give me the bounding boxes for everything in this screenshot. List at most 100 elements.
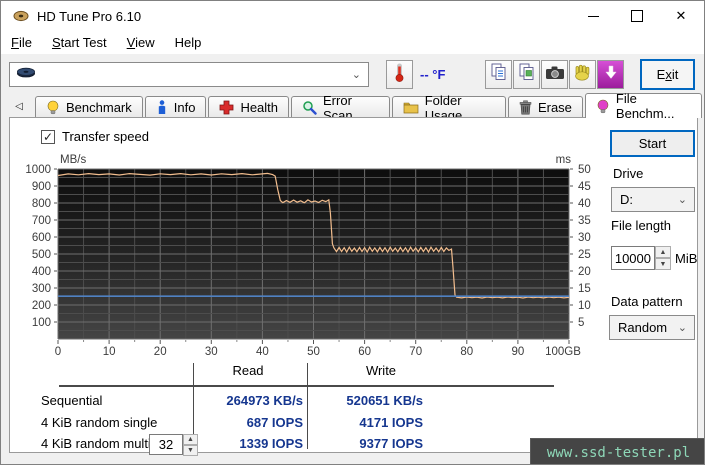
tab-file-benchm[interactable]: File Benchm... — [584, 91, 702, 121]
camera-icon — [545, 65, 565, 85]
file-length-label: File length — [611, 218, 671, 233]
temperature-button[interactable] — [386, 60, 413, 89]
chart-svg: 1000900800700600500400300200100504540353… — [25, 154, 591, 358]
drive-dropdown[interactable]: D: ⌄ — [611, 187, 695, 212]
x-tick-label: 20 — [154, 346, 167, 358]
watermark-banner: www.ssd-tester.pl — [530, 438, 704, 464]
y-left-tick-label: 1000 — [25, 164, 51, 176]
info-icon — [156, 100, 168, 115]
menu-item-start-test[interactable]: Start Test — [42, 33, 117, 52]
queue-depth-input[interactable]: 32 — [149, 434, 183, 455]
drive-dropdown-value: D: — [620, 192, 633, 207]
y-right-tick-label: 50 — [578, 164, 591, 176]
y-right-tick-label: 10 — [578, 300, 591, 312]
title-bar: HD Tune Pro 6.10 ✕ — [1, 1, 704, 31]
y-left-tick-label: 400 — [32, 266, 51, 278]
file-length-spinner-up[interactable]: ▲ — [655, 246, 671, 258]
x-tick-label: 40 — [256, 346, 269, 358]
drive-label: Drive — [613, 166, 644, 181]
tab-label: File Benchm... — [615, 91, 675, 121]
file-length-input[interactable]: 10000 — [611, 246, 655, 270]
download-button[interactable] — [597, 60, 624, 89]
tab-benchmark[interactable]: Benchmark — [35, 96, 143, 118]
x-tick-label: 90 — [512, 346, 525, 358]
y-right-tick-label: 20 — [578, 266, 591, 278]
start-button-label: Start — [638, 136, 667, 151]
result-row-label: 4 KiB random single — [41, 415, 158, 430]
tab-strip: ◁ Benchmark Info Health Error Scan Folder Us… — [1, 91, 704, 123]
data-pattern-label: Data pattern — [611, 294, 683, 309]
tab-erase[interactable]: Erase — [507, 96, 583, 118]
tab-label: Info — [173, 100, 196, 115]
transfer-speed-option[interactable]: ✓ Transfer speed — [41, 129, 149, 144]
file-length-spinner-down[interactable]: ▼ — [655, 258, 671, 270]
copy-image-icon — [517, 62, 537, 87]
y-left-tick-label: 900 — [32, 181, 51, 193]
result-read-value: 687 IOPS — [246, 415, 303, 430]
transfer-speed-checkbox[interactable]: ✓ — [41, 129, 55, 144]
data-pattern-dropdown[interactable]: Random ⌄ — [609, 315, 695, 340]
disk-icon — [16, 66, 36, 84]
close-button[interactable]: ✕ — [660, 1, 702, 31]
error-scan-icon — [302, 100, 317, 115]
y-left-tick-label: 800 — [32, 198, 51, 210]
result-write-value: 9377 IOPS — [359, 436, 423, 451]
triangle-left-icon: ◁ — [15, 100, 23, 112]
y-right-tick-label: 35 — [578, 215, 591, 227]
tab-folder-usage[interactable]: Folder Usage — [391, 93, 506, 123]
queue-depth-spinner-up[interactable]: ▲ — [183, 434, 198, 445]
y-left-tick-label: 300 — [32, 283, 51, 295]
results-column-write: Write — [365, 363, 397, 378]
maximize-icon — [631, 10, 643, 22]
download-arrow-icon — [604, 65, 618, 85]
x-tick-label: 60 — [358, 346, 371, 358]
tab-error-scan[interactable]: Error Scan — [291, 93, 390, 123]
hd-tune-window: HD Tune Pro 6.10 ✕ File Start Test View Hel… — [0, 0, 705, 465]
drive-selector-dropdown[interactable]: ⌄ — [9, 62, 369, 87]
toolbar: ⌄ -- °F Exit — [1, 54, 704, 93]
app-disk-icon — [13, 8, 29, 29]
thermometer-icon — [394, 62, 405, 88]
y-right-tick-label: 15 — [578, 283, 591, 295]
tab-scroll-left-button[interactable]: ◁ — [11, 97, 27, 115]
minimize-button[interactable] — [572, 1, 614, 31]
tab-label: Health — [240, 100, 279, 115]
y-left-tick-label: 500 — [32, 249, 51, 261]
folder-icon — [403, 101, 419, 114]
window-title: HD Tune Pro 6.10 — [37, 9, 142, 24]
close-icon: ✕ — [675, 8, 687, 23]
transfer-speed-label: Transfer speed — [62, 129, 149, 144]
x-tick-label: 80 — [460, 346, 473, 358]
result-write-value: 4171 IOPS — [359, 415, 423, 430]
screenshot-button[interactable] — [541, 60, 568, 89]
menu-item-file[interactable]: File — [1, 33, 42, 52]
tab-info[interactable]: Info — [144, 96, 207, 118]
queue-depth-spinner-down[interactable]: ▼ — [183, 445, 198, 456]
start-button[interactable]: Start — [610, 130, 695, 157]
menu-item-view[interactable]: View — [117, 33, 165, 52]
y-right-axis-unit: ms — [556, 154, 572, 166]
chevron-down-icon: ⌄ — [351, 69, 361, 81]
y-left-tick-label: 600 — [32, 232, 51, 244]
y-right-tick-label: 45 — [578, 181, 591, 193]
menu-item-help[interactable]: Help — [165, 33, 212, 52]
x-tick-label: 0 — [55, 346, 61, 358]
benchmark-bulb-icon — [46, 100, 60, 115]
copy-text-icon — [489, 62, 509, 87]
maximize-button[interactable] — [616, 1, 658, 31]
exit-button-label: Exit — [656, 67, 679, 82]
y-right-tick-label: 25 — [578, 249, 591, 261]
exit-button[interactable]: Exit — [640, 59, 695, 90]
copy-image-button[interactable] — [513, 60, 540, 89]
result-row-label: Sequential — [41, 393, 103, 408]
save-results-button[interactable] — [569, 60, 596, 89]
results-column-read: Read — [232, 363, 264, 378]
transfer-speed-chart: 1000 900 800 700 600 500 400 300 200 100 50 45 40 35 3… — [13, 143, 598, 374]
menu-bar: File Start Test View Help — [1, 31, 704, 54]
tab-health[interactable]: Health — [208, 96, 290, 118]
y-right-tick-label: 30 — [578, 232, 591, 244]
file-length-value: 10000 — [614, 250, 651, 266]
copy-text-button[interactable] — [485, 60, 512, 89]
data-pattern-value: Random — [618, 320, 668, 335]
y-left-tick-label: 700 — [32, 215, 51, 227]
